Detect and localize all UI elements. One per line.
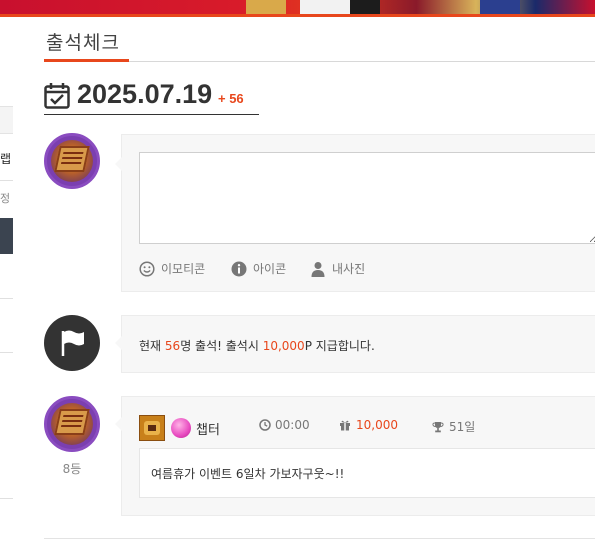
entry-days: 51일: [432, 418, 475, 435]
clock-icon: [259, 419, 271, 431]
list-divider: [44, 538, 595, 539]
person-icon: [311, 261, 325, 277]
notice-avatar: [44, 315, 100, 371]
attendance-notice: 현재 56명 출석! 출석시 10,000P 지급합니다.: [139, 339, 375, 353]
sidebar-divider: [0, 352, 13, 353]
attendee-count: 56: [164, 339, 181, 353]
entry-points: 10,000: [339, 418, 398, 432]
user-level-icon: [139, 415, 165, 441]
page-title: 출석체크: [46, 32, 120, 54]
sidebar-item-label[interactable]: 랩: [0, 150, 11, 167]
gift-icon: [340, 420, 350, 431]
date-header: 2025.07.19 + 56: [44, 79, 259, 115]
sidebar-divider: [0, 180, 13, 181]
sidebar-divider: [0, 298, 13, 299]
attendance-date: 2025.07.19: [77, 79, 213, 109]
user-avatar[interactable]: [44, 396, 100, 452]
user-badge-icon: [171, 418, 191, 438]
calendar-check-icon: [44, 83, 70, 109]
sidebar-fragment-box: [0, 106, 13, 134]
top-banner: [0, 0, 595, 14]
rank-label: 8등: [62, 462, 82, 476]
banner-accent-line: [0, 14, 595, 17]
trophy-icon: [432, 421, 444, 432]
comment-input[interactable]: [139, 152, 595, 244]
sidebar-divider: [0, 498, 13, 499]
emoticon-button[interactable]: 이모티콘: [139, 260, 205, 277]
sidebar-dark-button[interactable]: [0, 218, 13, 254]
attendance-increment: + 56: [218, 91, 244, 106]
icon-button[interactable]: 아이콘: [231, 260, 286, 277]
smile-icon: [139, 260, 155, 277]
entry-message: 여름휴가 이벤트 6일차 가보자구웃~!!: [151, 467, 345, 481]
my-photo-label: 내사진: [332, 262, 366, 276]
flag-icon: [61, 330, 84, 356]
emoticon-label: 이모티콘: [161, 262, 206, 276]
reward-amount: 10,000: [262, 339, 305, 353]
entry-time: 00:00: [259, 418, 310, 432]
user-nickname[interactable]: 챕터: [196, 419, 220, 438]
icon-label: 아이콘: [253, 262, 287, 276]
info-icon: [231, 261, 247, 276]
sidebar-item-label: 정: [0, 192, 11, 205]
my-photo-button[interactable]: 내사진: [310, 260, 365, 277]
my-avatar: [44, 133, 100, 189]
title-underline: [44, 59, 129, 62]
